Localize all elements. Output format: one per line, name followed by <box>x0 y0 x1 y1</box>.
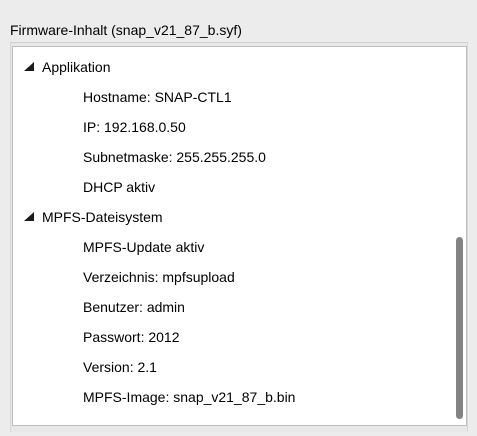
tree-leaf-label: IP: 192.168.0.50 <box>83 119 186 135</box>
tree-leaf-label: MPFS-Image: snap_v21_87_b.bin <box>83 389 296 405</box>
tree-node-label: MPFS-Dateisystem <box>42 209 163 225</box>
tree-node-label: Applikation <box>42 59 111 75</box>
firmware-tree-view[interactable]: Applikation Hostname: SNAP-CTL1 IP: 192.… <box>12 46 467 426</box>
expand-triangle-icon[interactable] <box>24 202 36 232</box>
vertical-scrollbar[interactable] <box>452 47 466 425</box>
tree-leaf-label: Verzeichnis: mpfsupload <box>83 269 235 285</box>
tree-leaf-label: MPFS-Update aktiv <box>83 239 205 255</box>
tree-leaf-label: Passwort: 2012 <box>83 329 180 345</box>
tree-leaf-label: Benutzer: admin <box>83 299 185 315</box>
tree-leaf-label: DHCP aktiv <box>83 179 156 195</box>
scrollbar-thumb[interactable] <box>456 237 463 419</box>
groupbox-title: Firmware-Inhalt (snap_v21_87_b.syf) <box>10 22 242 38</box>
tree-leaf-label: Subnetmaske: 255.255.255.0 <box>83 149 266 165</box>
tree-leaf-label: Version: 2.1 <box>83 359 157 375</box>
expand-triangle-icon[interactable] <box>24 52 36 82</box>
tree-leaf-label: Hostname: SNAP-CTL1 <box>83 89 232 105</box>
